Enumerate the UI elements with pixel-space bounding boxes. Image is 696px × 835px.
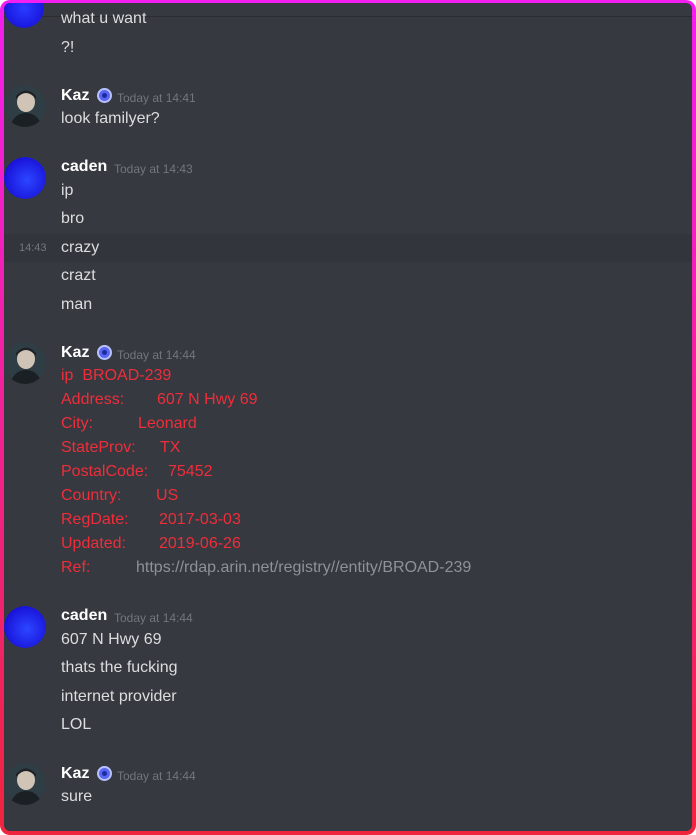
whois-value: 2019-06-26 — [159, 535, 241, 552]
whois-value: 607 N Hwy 69 — [157, 391, 258, 408]
avatar-kaz[interactable] — [4, 342, 46, 384]
whois-key: Country: — [61, 487, 122, 504]
whois-row: StateProv: TX — [61, 437, 180, 459]
whois-key: Updated: — [61, 535, 126, 552]
username[interactable]: Kaz — [61, 86, 89, 106]
whois-key: StateProv: — [61, 439, 136, 456]
whois-value: Leonard — [138, 415, 197, 432]
whois-key: ip — [61, 367, 74, 384]
whois-key: RegDate: — [61, 511, 129, 528]
message-text: ip — [61, 182, 74, 199]
whois-row: City: Leonard — [61, 413, 197, 435]
whois-row: Updated: 2019-06-26 — [61, 533, 241, 555]
message-text: sure — [61, 788, 93, 805]
whois-key: PostalCode: — [61, 463, 149, 480]
avatar-caden[interactable] — [4, 606, 46, 648]
timestamp: Today at 14:44 — [114, 611, 193, 625]
whois-row: RegDate: 2017-03-03 — [61, 509, 241, 531]
whois-value: 2017-03-03 — [159, 511, 241, 528]
whois-value: TX — [160, 439, 181, 456]
message-text: thats the fucking — [61, 659, 178, 676]
message-text: look familyer? — [61, 110, 160, 127]
whois-row: Country: US — [61, 485, 178, 507]
badge-icon — [97, 345, 112, 360]
whois-value: US — [156, 487, 179, 504]
message-row-hovered[interactable]: 14:43 crazy — [4, 234, 692, 262]
timestamp: Today at 14:44 — [117, 348, 196, 362]
chat-area: what u want ?! Kaz Today at 14:41 look f… — [4, 3, 692, 831]
message-text: ?! — [61, 39, 75, 56]
avatar-kaz[interactable] — [4, 763, 46, 805]
whois-row: ip BROAD-239 — [61, 365, 171, 387]
whois-value: 75452 — [168, 463, 213, 480]
whois-key: Address: — [61, 391, 125, 408]
message-text: internet provider — [61, 688, 177, 705]
whois-row: Address: 607 N Hwy 69 — [61, 389, 258, 411]
avatar-caden[interactable] — [4, 157, 46, 199]
message-text: bro — [61, 210, 85, 227]
username[interactable]: Kaz — [61, 343, 89, 363]
avatar-kaz[interactable] — [4, 85, 46, 127]
username[interactable]: caden — [61, 157, 107, 177]
whois-row: Ref: https://rdap.arin.net/registry//enti… — [61, 557, 471, 579]
message-text: what u want — [61, 10, 147, 27]
message-text: crazy — [61, 239, 100, 256]
badge-icon — [97, 766, 112, 781]
avatar-caden[interactable] — [4, 3, 44, 28]
whois-key: City: — [61, 415, 93, 432]
username[interactable]: Kaz — [61, 764, 89, 784]
window-frame: what u want ?! Kaz Today at 14:41 look f… — [0, 0, 696, 835]
message-text: man — [61, 296, 93, 313]
badge-icon — [97, 88, 112, 103]
whois-key: Ref: — [61, 559, 91, 576]
hover-timestamp: 14:43 — [19, 242, 47, 254]
whois-ref-link[interactable]: https://rdap.arin.net/registry//entity/B… — [136, 559, 471, 576]
message-text: crazt — [61, 267, 96, 284]
whois-row: PostalCode: 75452 — [61, 461, 213, 483]
timestamp: Today at 14:44 — [117, 769, 196, 783]
message-text: 607 N Hwy 69 — [61, 631, 162, 648]
timestamp: Today at 14:43 — [114, 162, 193, 176]
timestamp: Today at 14:41 — [117, 91, 196, 105]
whois-value: BROAD-239 — [82, 367, 172, 384]
message-text: LOL — [61, 716, 92, 733]
username[interactable]: caden — [61, 606, 107, 626]
